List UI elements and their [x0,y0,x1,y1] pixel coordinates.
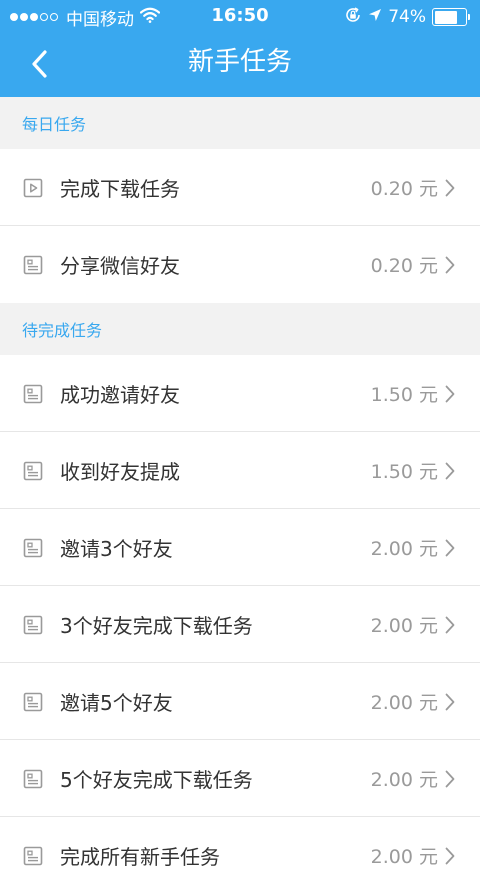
task-reward: 0.20 元 [371,174,438,201]
chevron-right-icon [442,254,458,276]
task-reward: 2.00 元 [371,611,438,638]
task-reward: 0.20 元 [371,251,438,278]
reward-unit: 元 [418,538,438,560]
task-row[interactable]: 邀请5个好友 2.00 元 [0,663,480,740]
status-right: 74% [338,6,470,28]
reward-unit: 元 [418,178,438,200]
chevron-right-icon [442,845,458,867]
document-icon [22,383,44,405]
battery-fill [434,10,457,24]
document-icon [22,614,44,636]
task-reward: 2.00 元 [371,688,438,715]
battery-tip [468,14,470,20]
task-list: 成功邀请好友 1.50 元收到好友提成 1.50 元邀请3个好友 2.00 元 3个好友完成下… [0,355,480,894]
chevron-right-icon [442,768,458,790]
battery-icon [432,8,470,26]
section-header: 每日任务 [0,97,480,149]
reward-amount: 2.00 [370,692,413,714]
document-icon [22,845,44,867]
task-label: 分享微信好友 [60,254,180,278]
chevron-right-icon [442,691,458,713]
reward-unit: 元 [418,769,438,791]
reward-amount: 2.00 [370,538,413,560]
battery-percent: 74% [388,7,426,27]
task-row[interactable]: 成功邀请好友 1.50 元 [0,355,480,432]
reward-amount: 1.50 [370,384,413,406]
task-label: 完成所有新手任务 [60,845,220,869]
chevron-right-icon [442,537,458,559]
status-bar: 中国移动 16:50 74% [0,0,480,34]
task-reward: 2.00 元 [371,765,438,792]
section-header: 待完成任务 [0,303,480,355]
task-label: 收到好友提成 [60,460,180,484]
task-row[interactable]: 邀请3个好友 2.00 元 [0,509,480,586]
reward-unit: 元 [418,384,438,406]
reward-unit: 元 [418,615,438,637]
document-icon [22,460,44,482]
page-title: 新手任务 [187,47,292,77]
rotation-lock-icon [344,6,362,29]
task-list: 完成下载任务 0.20 元分享微信好友 0.20 元 [0,149,480,303]
reward-unit: 元 [418,461,438,483]
task-row[interactable]: 收到好友提成 1.50 元 [0,432,480,509]
chevron-right-icon [442,460,458,482]
document-icon [22,691,44,713]
reward-amount: 2.00 [370,615,413,637]
reward-amount: 2.00 [370,846,413,868]
reward-amount: 2.00 [370,769,413,791]
task-label: 完成下载任务 [60,177,180,201]
task-reward: 1.50 元 [371,457,438,484]
reward-unit: 元 [418,255,438,277]
task-row[interactable]: 完成下载任务 0.20 元 [0,149,480,226]
task-label: 邀请3个好友 [60,537,173,561]
task-reward: 2.00 元 [371,534,438,561]
nav-bar: 新手任务 [0,34,480,97]
task-label: 邀请5个好友 [60,691,173,715]
chevron-right-icon [442,177,458,199]
task-content: 每日任务 完成下载任务 0.20 元分享微信好友 0.20 元待完成任务 成功邀请好友 1.5… [0,97,480,894]
document-icon [22,537,44,559]
chevron-right-icon [442,383,458,405]
task-label: 5个好友完成下载任务 [60,768,253,792]
video-icon [22,177,44,199]
task-row[interactable]: 分享微信好友 0.20 元 [0,226,480,303]
reward-amount: 1.50 [370,461,413,483]
task-label: 成功邀请好友 [60,383,180,407]
header: 中国移动 16:50 74% 新手任务 [0,0,480,97]
reward-unit: 元 [418,692,438,714]
document-icon [22,254,44,276]
task-row[interactable]: 3个好友完成下载任务 2.00 元 [0,586,480,663]
location-arrow-icon [368,7,382,27]
task-reward: 1.50 元 [371,380,438,407]
task-row[interactable]: 5个好友完成下载任务 2.00 元 [0,740,480,817]
reward-unit: 元 [418,846,438,868]
reward-amount: 0.20 [370,255,413,277]
document-icon [22,768,44,790]
task-row[interactable]: 完成所有新手任务 2.00 元 [0,817,480,894]
chevron-right-icon [442,614,458,636]
task-label: 3个好友完成下载任务 [60,614,253,638]
battery-body [432,8,467,26]
task-reward: 2.00 元 [371,842,438,869]
reward-amount: 0.20 [370,178,413,200]
